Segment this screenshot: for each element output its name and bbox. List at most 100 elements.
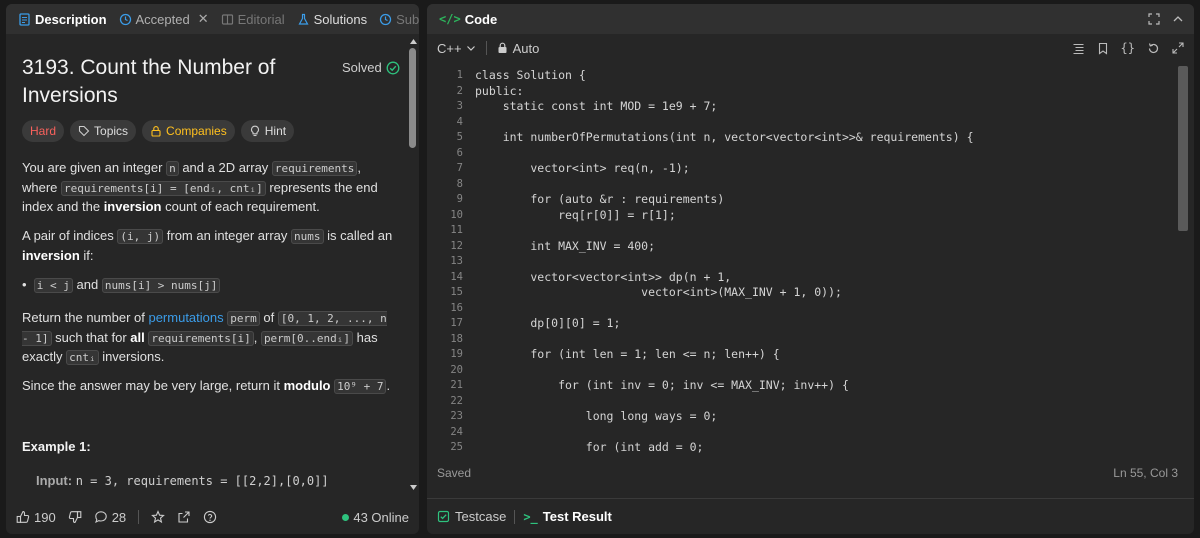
window-controls xyxy=(1148,13,1184,25)
comments-button[interactable]: 28 xyxy=(94,510,126,525)
inline-code: 10⁹ + 7 xyxy=(334,379,387,394)
inline-code: nums xyxy=(291,229,324,244)
editor-scrollbar-thumb[interactable] xyxy=(1178,66,1188,231)
companies-tag[interactable]: Companies xyxy=(142,120,235,142)
description-paragraph-2: A pair of indices (i, j) from an integer… xyxy=(22,227,400,265)
line-number: 8 xyxy=(456,177,463,190)
editor-actions: {} xyxy=(1072,41,1184,55)
inline-code: n xyxy=(166,161,179,176)
chevron-up-icon[interactable] xyxy=(1172,13,1184,25)
inline-code: requirements[i] = [endᵢ, cntᵢ] xyxy=(61,180,266,196)
example-input: Input: n = 3, requirements = [[2,2],[0,0… xyxy=(36,473,329,488)
difficulty-badge: Hard xyxy=(22,120,65,142)
console-separator xyxy=(514,509,516,524)
editor-toolbar: C++ Auto {} xyxy=(427,34,1194,62)
left-tab-bar: Description Accepted ✕ Editorial Solutio… xyxy=(6,4,419,34)
footer-separator xyxy=(138,510,140,524)
mode-select[interactable]: Auto xyxy=(497,41,539,56)
inline-code: requirements[i] xyxy=(148,330,254,346)
text: from an integer array xyxy=(163,228,292,243)
share-icon[interactable] xyxy=(177,510,191,524)
code-line: for (int len = 1; len <= n; len++) { xyxy=(475,347,780,361)
close-icon[interactable]: ✕ xyxy=(198,11,209,27)
line-number: 22 xyxy=(450,394,463,407)
tab-solutions-label: Solutions xyxy=(313,11,368,27)
hint-tag[interactable]: Hint xyxy=(240,120,295,142)
line-number: 12 xyxy=(450,239,463,252)
tab-code-label: Code xyxy=(464,11,498,27)
topics-label: Topics xyxy=(94,124,129,138)
flask-icon xyxy=(297,13,310,26)
permutations-link[interactable]: permutations xyxy=(148,310,223,325)
line-number: 15 xyxy=(450,286,463,298)
chevron-down-icon xyxy=(466,43,476,53)
tag-icon xyxy=(78,125,90,137)
code-line: static const int MOD = 1e9 + 7; xyxy=(475,99,718,113)
star-icon[interactable] xyxy=(151,510,166,524)
text: Return the number of xyxy=(22,310,149,325)
code-line: for (auto &r : requirements) xyxy=(475,192,725,206)
line-number: 18 xyxy=(450,332,463,345)
book-icon xyxy=(221,13,234,26)
text: such that for xyxy=(51,329,131,345)
online-indicator: 43 Online xyxy=(342,510,409,525)
inline-code: perm xyxy=(227,311,260,326)
bookmark-icon[interactable] xyxy=(1097,42,1109,55)
line-number: 17 xyxy=(450,317,463,329)
difficulty-label: Hard xyxy=(30,124,57,138)
tab-accepted-label: Accepted xyxy=(135,11,190,27)
tab-testcase[interactable]: Testcase xyxy=(437,509,506,524)
tab-code[interactable]: </> Code xyxy=(433,4,503,34)
text: Since the answer may be very large, retu… xyxy=(22,378,284,393)
expand-icon[interactable] xyxy=(1172,42,1184,54)
code-line: for (int inv = 0; inv <= MAX_INV; inv++)… xyxy=(475,378,849,392)
thumbs-down-icon[interactable] xyxy=(68,510,82,524)
code-line: long long ways = 0; xyxy=(475,409,718,423)
tab-description[interactable]: Description xyxy=(12,4,113,34)
terminal-icon: >_ xyxy=(523,509,538,524)
scrollbar-thumb[interactable] xyxy=(409,48,416,148)
bold-text: all xyxy=(130,329,145,345)
code-panel: </> Code C++ Auto {} 1 2 3 4 5 6 7 8 9 1… xyxy=(427,4,1194,534)
fullscreen-icon[interactable] xyxy=(1148,13,1160,25)
lock-icon xyxy=(150,125,162,137)
example-title: Example 1: xyxy=(22,439,91,454)
bold-text: modulo xyxy=(283,378,331,393)
help-icon[interactable] xyxy=(203,510,217,524)
format-icon[interactable] xyxy=(1072,42,1085,55)
tab-editorial[interactable]: Editorial xyxy=(215,4,291,34)
code-line: req[r[0]] = r[1]; xyxy=(475,207,676,222)
description-footer: 190 28 43 Online xyxy=(6,500,419,534)
tab-submissions-label: Sub xyxy=(396,11,419,27)
code-editor[interactable]: class Solution {public: static const int… xyxy=(475,68,974,456)
language-select[interactable]: C++ xyxy=(437,41,476,56)
code-line: int numberOfPermutations(int n, vector<v… xyxy=(475,130,974,144)
checkbox-icon xyxy=(437,510,450,523)
tab-submissions[interactable]: Sub xyxy=(373,4,419,34)
reset-icon[interactable] xyxy=(1147,42,1160,55)
companies-label: Companies xyxy=(166,124,227,138)
braces-icon[interactable]: {} xyxy=(1121,41,1135,55)
solved-label: Solved xyxy=(342,60,382,75)
tab-solutions[interactable]: Solutions xyxy=(291,4,373,34)
line-number: 11 xyxy=(450,224,463,236)
line-number: 21 xyxy=(450,379,463,391)
like-button[interactable]: 190 xyxy=(16,510,56,525)
tab-test-result[interactable]: >_ Test Result xyxy=(523,509,612,524)
text: count of each requirement. xyxy=(161,199,320,214)
tab-accepted[interactable]: Accepted ✕ xyxy=(113,4,215,34)
solved-status: Solved xyxy=(342,60,400,75)
topics-tag[interactable]: Topics xyxy=(70,120,137,142)
comment-icon xyxy=(94,510,108,524)
code-line: vector<int>(MAX_INV + 1, 0)); xyxy=(475,285,842,299)
tag-row: Hard Topics Companies Hint xyxy=(22,120,295,142)
inline-code: requirements xyxy=(271,161,358,176)
comment-count: 28 xyxy=(111,509,127,525)
console-bar: Testcase >_ Test Result xyxy=(427,498,1194,534)
line-number: 24 xyxy=(450,425,463,438)
